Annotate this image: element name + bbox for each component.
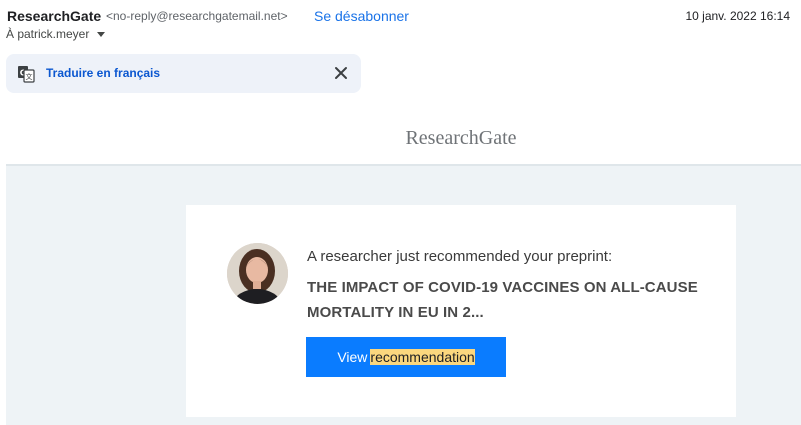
avatar bbox=[227, 243, 288, 304]
close-icon[interactable] bbox=[333, 65, 349, 81]
preprint-title-line-2: MORTALITY IN EU IN 2... bbox=[307, 304, 484, 321]
sender-email: <no-reply@researchgatemail.net> bbox=[106, 9, 288, 23]
svg-text:文: 文 bbox=[26, 72, 33, 81]
recipient-dropdown[interactable]: À patrick.meyer bbox=[6, 27, 106, 41]
recommendation-card: A researcher just recommended your prepr… bbox=[186, 205, 736, 417]
email-date: 10 janv. 2022 16:14 bbox=[685, 9, 790, 23]
translate-link[interactable]: Traduire en français bbox=[46, 66, 160, 80]
chevron-down-icon bbox=[97, 31, 106, 37]
button-label-view: View bbox=[337, 349, 368, 365]
recipient-label: À patrick.meyer bbox=[6, 27, 90, 41]
email-header: ResearchGate <no-reply@researchgatemail.… bbox=[7, 8, 797, 26]
translate-bar: G 文 Traduire en français bbox=[6, 54, 361, 93]
avatar-image bbox=[227, 243, 288, 304]
sender-name: ResearchGate bbox=[7, 8, 102, 24]
view-recommendation-button[interactable]: View recommendation bbox=[306, 337, 506, 377]
brand-logo-text: ResearchGate bbox=[405, 127, 517, 149]
card-text: A researcher just recommended your prepr… bbox=[307, 247, 717, 325]
recommendation-intro: A researcher just recommended your prepr… bbox=[307, 248, 613, 265]
translate-icon: G 文 bbox=[18, 66, 35, 83]
unsubscribe-link[interactable]: Se désabonner bbox=[314, 8, 409, 24]
button-label-recommendation: recommendation bbox=[370, 349, 475, 365]
preprint-title[interactable]: THE IMPACT OF COVID-19 VACCINES ON ALL-C… bbox=[307, 275, 717, 325]
preprint-title-line-1: THE IMPACT OF COVID-19 VACCINES ON ALL-C… bbox=[307, 279, 698, 296]
